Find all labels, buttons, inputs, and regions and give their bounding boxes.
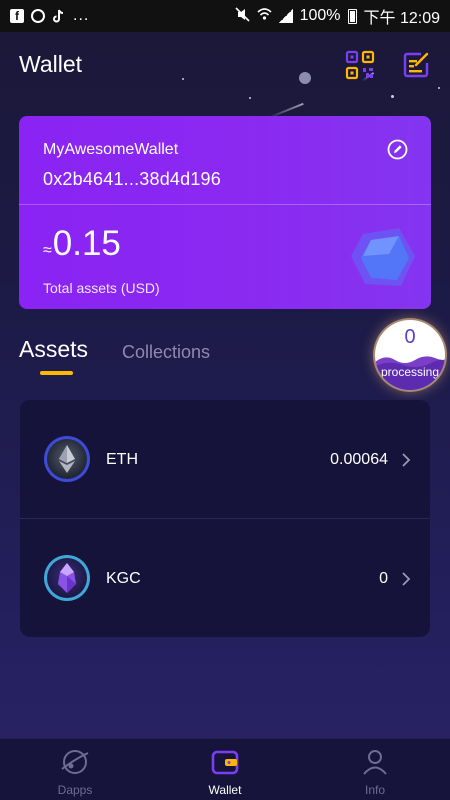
planet-icon bbox=[61, 750, 89, 774]
ethereum-icon bbox=[44, 436, 90, 482]
bottom-nav: Dapps Wallet Info bbox=[0, 738, 450, 800]
asset-symbol: KGC bbox=[106, 570, 141, 587]
qr-code-button[interactable] bbox=[345, 50, 375, 80]
wallet-name: MyAwesomeWallet bbox=[43, 141, 179, 158]
processing-label: processing bbox=[380, 365, 440, 379]
active-tab-indicator bbox=[40, 371, 73, 375]
approx-symbol: ≈ bbox=[43, 242, 52, 259]
asset-amount: 0.00064 bbox=[330, 451, 388, 468]
edit-wallet-icon[interactable] bbox=[387, 139, 408, 160]
edit-note-button[interactable] bbox=[401, 50, 431, 80]
nav-wallet[interactable]: Wallet bbox=[150, 739, 300, 800]
total-balance: ≈ 0.15 bbox=[43, 224, 121, 264]
mute-icon bbox=[235, 7, 250, 25]
asset-amount: 0 bbox=[379, 570, 388, 587]
total-assets-label: Total assets (USD) bbox=[43, 280, 160, 296]
tab-collections[interactable]: Collections bbox=[122, 342, 210, 363]
qr-code-icon bbox=[345, 50, 375, 80]
page-title: Wallet bbox=[19, 50, 83, 77]
more-notifications: ... bbox=[73, 7, 90, 24]
battery-percent: 100% bbox=[299, 7, 341, 24]
nav-info[interactable]: Info bbox=[300, 739, 450, 800]
asset-symbol: ETH bbox=[106, 451, 138, 468]
nav-label: Dapps bbox=[57, 783, 93, 797]
wallet-card[interactable]: MyAwesomeWallet 0x2b4641...38d4d196 ≈ 0.… bbox=[19, 116, 431, 309]
signal-icon bbox=[278, 9, 293, 23]
card-divider bbox=[19, 204, 431, 205]
nav-label: Info bbox=[364, 783, 385, 797]
nav-dapps[interactable]: Dapps bbox=[0, 739, 150, 800]
nav-label: Wallet bbox=[208, 783, 242, 797]
tiktok-icon bbox=[52, 9, 66, 23]
asset-row-eth[interactable]: ETH 0.00064 bbox=[20, 400, 430, 519]
wallet-icon bbox=[211, 750, 239, 775]
processing-indicator[interactable]: 0 processing bbox=[375, 320, 445, 390]
sync-icon bbox=[31, 9, 45, 23]
status-bar: f ... 100% 下午 12:09 bbox=[0, 0, 450, 32]
wallet-screen: f ... 100% 下午 12:09 Wallet MyAwesomeWall… bbox=[0, 0, 450, 800]
app-header: Wallet bbox=[0, 32, 450, 96]
user-icon bbox=[363, 750, 387, 775]
wallet-address[interactable]: 0x2b4641...38d4d196 bbox=[43, 169, 221, 190]
balance-value: 0.15 bbox=[52, 224, 121, 263]
processing-count: 0 bbox=[404, 326, 416, 348]
chevron-right-icon bbox=[402, 572, 411, 586]
edit-note-icon bbox=[403, 52, 429, 78]
wifi-icon bbox=[257, 7, 272, 26]
chevron-right-icon bbox=[402, 453, 411, 467]
star-decoration bbox=[249, 97, 251, 99]
clock: 下午 12:09 bbox=[363, 10, 441, 27]
kgc-crystal-icon bbox=[44, 555, 90, 601]
cube-icon bbox=[351, 228, 415, 286]
asset-row-kgc[interactable]: KGC 0 bbox=[20, 519, 430, 637]
tab-assets[interactable]: Assets bbox=[19, 336, 88, 363]
battery-icon bbox=[347, 8, 357, 24]
asset-list: ETH 0.00064 KGC 0 bbox=[20, 400, 430, 637]
facebook-icon: f bbox=[10, 9, 24, 23]
